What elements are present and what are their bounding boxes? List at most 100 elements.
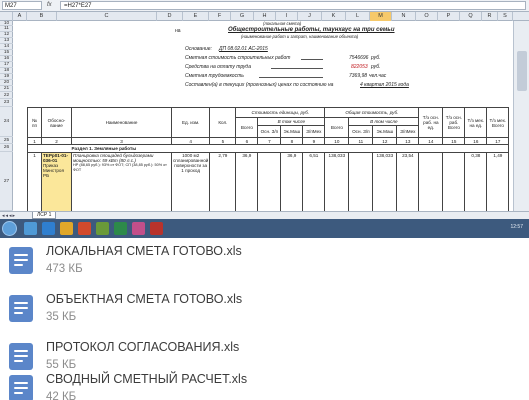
estimate-table: № пп Обосно-вание Наименование Ед. изм. …: [27, 107, 510, 211]
document-lines-icon: [9, 375, 33, 400]
vertical-scrollbar[interactable]: [513, 21, 529, 211]
column-header[interactable]: J: [298, 12, 322, 21]
row-header[interactable]: 24: [0, 107, 13, 137]
column-header[interactable]: O: [416, 12, 438, 21]
index-cell: 11: [348, 137, 374, 145]
row-total-mach: 138,033: [372, 152, 398, 211]
header-qty: Кол.: [209, 107, 237, 138]
column-header[interactable]: L: [346, 12, 370, 21]
cost-label: Сметная стоимость строительных работ: [185, 55, 291, 61]
header-incl: В том числе: [348, 117, 420, 126]
row-code: ТЕРр01-01-036-01: [43, 153, 69, 164]
prices-value: 4 квартал 2015 года: [360, 82, 409, 88]
column-header[interactable]: G: [231, 12, 254, 21]
labor-value: 7369,98: [349, 73, 368, 79]
row-num: 1: [27, 152, 42, 211]
spreadsheet-screenshot: M27 fx =H27*E27 A B C D E F G H I J K L …: [0, 0, 529, 238]
index-cell: 14: [418, 137, 444, 145]
file-list: ЛОКАЛЬНАЯ СМЕТА ГОТОВО.xls 473 КБ ОБЪЕКТ…: [0, 238, 529, 400]
column-header[interactable]: A: [13, 12, 27, 21]
estimate-type-label: (локальная смета): [263, 21, 302, 26]
basis-value: ДП 08.02.01 АС-2015: [219, 46, 268, 52]
formula-input[interactable]: =H27*E27: [60, 1, 526, 10]
row-labor-total: [442, 152, 466, 211]
row-code-cell: ТЕРр01-01-036-01 Приказ Минстроя РБ: [41, 152, 72, 211]
name-box[interactable]: M27: [2, 1, 42, 10]
worksheet[interactable]: (локальная смета) на Общестроительные ра…: [13, 21, 513, 211]
header-num: № пп: [27, 107, 42, 138]
index-cell: 12: [372, 137, 398, 145]
select-all-corner[interactable]: [0, 12, 13, 21]
index-cell: 16: [464, 137, 488, 145]
prices-label: Составлен(а) в текущих (прогнозных) цена…: [185, 82, 334, 88]
file-item[interactable]: ОБЪЕКТНАЯ СМЕТА ГОТОВО.xls 35 КБ: [0, 280, 529, 334]
file-size: 473 КБ: [46, 263, 83, 275]
column-header[interactable]: D: [157, 12, 183, 21]
sheet-tabs-bar: ◂◂◂▸ ЛСР 1: [0, 211, 529, 219]
row-unit: 1000 м2 спланированной поверхности за 1 …: [170, 152, 211, 211]
document-lines-icon: [9, 247, 33, 274]
fx-icon: fx: [47, 2, 52, 8]
header-wage: Осн. З/п: [348, 125, 374, 138]
column-header[interactable]: H: [254, 12, 276, 21]
header-total-cost: Общая стоимость, руб.: [324, 107, 420, 118]
row-qty: 2,79: [209, 152, 237, 211]
row-unit-all: 36,9: [235, 152, 259, 211]
index-cell: 6: [235, 137, 259, 145]
index-cell: 4: [170, 137, 211, 145]
file-size: 35 КБ: [46, 311, 77, 323]
column-header[interactable]: K: [322, 12, 346, 21]
wages-label: Средства на оплату труда: [185, 64, 251, 70]
column-header-selected[interactable]: M: [370, 12, 392, 21]
section-title: Раздел 1. Земляные работы: [41, 144, 510, 153]
wages-unit: руб.: [371, 64, 381, 70]
index-cell: 13: [396, 137, 420, 145]
index-cell: 9: [302, 137, 326, 145]
row-header[interactable]: 26: [0, 144, 13, 152]
column-header[interactable]: B: [27, 12, 57, 21]
column-header[interactable]: F: [209, 12, 231, 21]
row-header[interactable]: 27: [0, 152, 13, 211]
file-item[interactable]: ЛОКАЛЬНАЯ СМЕТА ГОТОВО.xls 473 КБ: [0, 232, 529, 286]
cost-underline: [301, 59, 323, 60]
header-name: Наименование: [71, 107, 172, 138]
row-total-mach-wage[interactable]: 23,54: [396, 152, 420, 211]
header-mech-unit: Т/з мех. на ед.: [464, 107, 488, 138]
labor-underline: [259, 77, 323, 78]
row-unit-mach: 36,9: [280, 152, 304, 211]
scroll-thumb[interactable]: [517, 51, 527, 91]
row-header[interactable]: 22: [0, 92, 13, 99]
header-all: Всего: [324, 117, 350, 138]
column-header[interactable]: Q: [460, 12, 482, 21]
column-header[interactable]: E: [183, 12, 209, 21]
labor-unit: чел.час: [369, 73, 387, 79]
row-header[interactable]: 25: [0, 137, 13, 144]
row-name-cell: Планировка площадей бульдозерами мощност…: [71, 152, 172, 211]
column-header[interactable]: C: [57, 12, 157, 21]
header-incl: В том числе: [257, 117, 326, 126]
column-header[interactable]: S: [498, 12, 513, 21]
file-item[interactable]: СВОДНЫЙ СМЕТНЫЙ РАСЧЕТ.xls 42 КБ: [0, 360, 529, 400]
column-header[interactable]: R: [482, 12, 498, 21]
file-name: ОБЪЕКТНАЯ СМЕТА ГОТОВО.xls: [46, 292, 243, 306]
index-cell: 10: [324, 137, 350, 145]
header-mach: Эк.Маш: [372, 125, 398, 138]
object-subtitle: (наименование работ и затрат, наименован…: [241, 34, 359, 39]
row-code-note: Приказ Минстроя РБ: [43, 163, 64, 178]
column-header[interactable]: I: [276, 12, 298, 21]
file-size: 42 КБ: [46, 391, 77, 400]
row-headers: 10 11 12 13 14 15 16 17 18 19 20 21 22 2…: [0, 21, 13, 211]
column-header[interactable]: P: [438, 12, 460, 21]
index-cell: 3: [71, 137, 172, 145]
tray-clock: 12:57: [510, 224, 523, 230]
index-cell: 17: [486, 137, 510, 145]
index-cell: 7: [257, 137, 282, 145]
wages-value: 822053: [351, 64, 368, 70]
row-total-wage: [348, 152, 374, 211]
sheet-tab[interactable]: ЛСР 1: [32, 212, 57, 219]
row-unit-wage: [257, 152, 282, 211]
column-header[interactable]: N: [392, 12, 416, 21]
row-header[interactable]: 23: [0, 99, 13, 107]
index-cell: 2: [41, 137, 72, 145]
document-lines-icon: [9, 295, 33, 322]
